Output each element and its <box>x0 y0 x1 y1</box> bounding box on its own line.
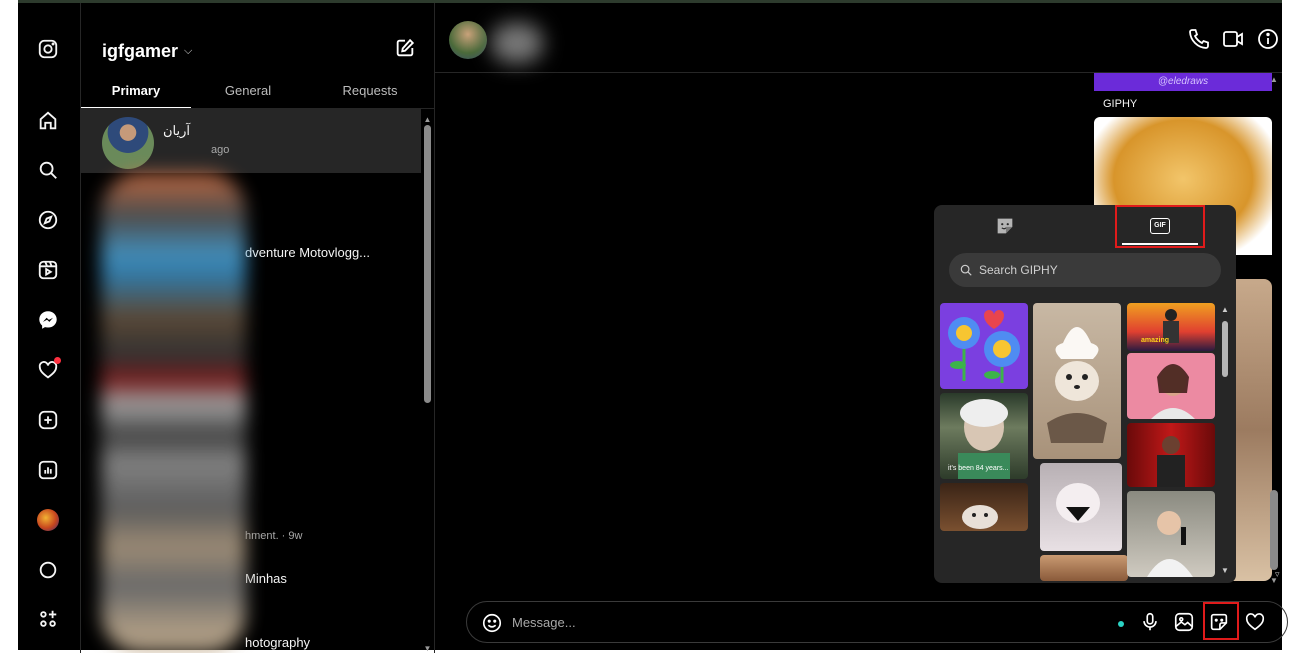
blurred-contact-name <box>491 23 543 63</box>
conversation-name: Minhas <box>245 571 287 586</box>
tab-requests[interactable]: Requests <box>305 73 435 108</box>
chat-panel: @eledraws GIPHY ▲ ▼ ▿ GIF Search GIPHY i… <box>435 3 1288 653</box>
explore-icon[interactable] <box>36 208 60 232</box>
dashboard-icon[interactable] <box>36 458 60 482</box>
scroll-up-icon[interactable]: ▲ <box>1269 75 1279 84</box>
account-name: igfgamer <box>102 41 179 61</box>
image-icon[interactable] <box>1173 611 1197 635</box>
gif-caption: amazing <box>1141 337 1170 344</box>
avatar <box>37 509 59 531</box>
gif-picker: GIF Search GIPHY it's been 84 years... a… <box>934 205 1236 583</box>
gif-item[interactable]: it's been 84 years... <box>940 393 1028 479</box>
conversation-name: آریان <box>163 123 191 138</box>
instagram-app: igfgamer ⌵ Primary General Requests آریا… <box>18 0 1288 653</box>
conversation-name: hotography <box>245 635 311 650</box>
status-dot <box>1118 621 1124 627</box>
scrollbar-thumb[interactable] <box>1222 321 1228 377</box>
gif-grid: it's been 84 years... amazing <box>940 301 1220 581</box>
gif-item[interactable] <box>1127 423 1215 487</box>
sticker-icon <box>997 218 1013 234</box>
conversation-time: ago <box>211 144 230 156</box>
conversation-preview: hment. · 9w <box>245 530 303 542</box>
microphone-icon[interactable] <box>1139 611 1163 635</box>
compose-icon[interactable] <box>394 37 418 61</box>
gif-item[interactable] <box>1040 555 1128 581</box>
giphy-search-input[interactable]: Search GIPHY <box>949 253 1221 287</box>
search-icon[interactable] <box>36 158 60 182</box>
notification-dot <box>54 357 61 364</box>
reels-icon[interactable] <box>36 258 60 282</box>
more-icon[interactable] <box>36 607 60 631</box>
gif-item[interactable]: amazing <box>1127 303 1215 351</box>
scroll-down-icon[interactable]: ▼ <box>423 644 432 653</box>
notifications-icon[interactable] <box>36 357 61 382</box>
sticker-icon[interactable] <box>1208 611 1232 635</box>
inbox-scrollbar[interactable]: ▲ ▼ <box>423 115 432 653</box>
gif-item[interactable] <box>1127 491 1215 577</box>
scrollbar-thumb[interactable] <box>1270 490 1278 570</box>
gif-icon: GIF <box>1150 218 1170 234</box>
search-placeholder: Search GIPHY <box>979 263 1058 277</box>
icon-rail <box>18 3 81 653</box>
gif-item[interactable] <box>940 303 1028 389</box>
search-icon <box>960 264 972 276</box>
giphy-label: GIPHY <box>1103 98 1138 110</box>
message-composer: Message... <box>466 601 1288 643</box>
tab-stickers[interactable] <box>994 215 1016 237</box>
chevron-down-icon: ⌵ <box>184 45 193 57</box>
gif-scrollbar[interactable]: ▲ ▼ <box>1220 305 1230 575</box>
scroll-down-icon[interactable]: ▼ <box>1220 566 1230 575</box>
tab-general[interactable]: General <box>191 73 305 108</box>
scroll-up-icon[interactable]: ▲ <box>1220 305 1230 314</box>
phone-icon[interactable] <box>1187 27 1213 53</box>
gif-caption: it's been 84 years... <box>948 465 1009 472</box>
avatar <box>102 117 154 169</box>
conversation-row[interactable]: آریان ago <box>81 109 421 173</box>
gif-item[interactable] <box>940 483 1028 531</box>
threads-icon[interactable] <box>36 558 60 582</box>
scroll-up-icon[interactable]: ▲ <box>423 115 432 124</box>
resize-corner-icon: ▿ <box>1275 569 1280 579</box>
instagram-icon[interactable] <box>36 37 60 61</box>
inbox-panel: igfgamer ⌵ Primary General Requests آریا… <box>81 3 435 653</box>
gif-item[interactable] <box>1127 353 1215 419</box>
info-icon[interactable] <box>1256 27 1282 53</box>
chat-header <box>435 3 1282 73</box>
account-switcher[interactable]: igfgamer ⌵ <box>102 41 192 62</box>
message-input[interactable]: Message... <box>512 615 576 630</box>
profile-avatar[interactable] <box>36 508 60 532</box>
tab-gif[interactable]: GIF <box>1115 205 1205 248</box>
heart-icon[interactable] <box>1244 611 1268 635</box>
tab-primary[interactable]: Primary <box>81 73 191 108</box>
chat-scrollbar[interactable]: ▲ ▼ <box>1269 75 1279 585</box>
emoji-icon[interactable] <box>481 612 503 634</box>
gif-message-watermark: @eledraws <box>1094 73 1272 91</box>
create-icon[interactable] <box>36 408 60 432</box>
active-tab-indicator <box>1122 243 1198 245</box>
avatar[interactable] <box>449 21 487 59</box>
home-icon[interactable] <box>36 109 60 133</box>
video-icon[interactable] <box>1221 27 1247 53</box>
messenger-icon[interactable] <box>36 308 60 332</box>
gif-item[interactable] <box>1040 463 1122 551</box>
scrollbar-thumb[interactable] <box>424 125 431 403</box>
gif-item[interactable] <box>1033 303 1121 459</box>
blurred-avatars <box>101 173 246 653</box>
inbox-tabs: Primary General Requests <box>81 73 435 109</box>
conversation-name: dventure Motovlogg... <box>245 245 371 260</box>
